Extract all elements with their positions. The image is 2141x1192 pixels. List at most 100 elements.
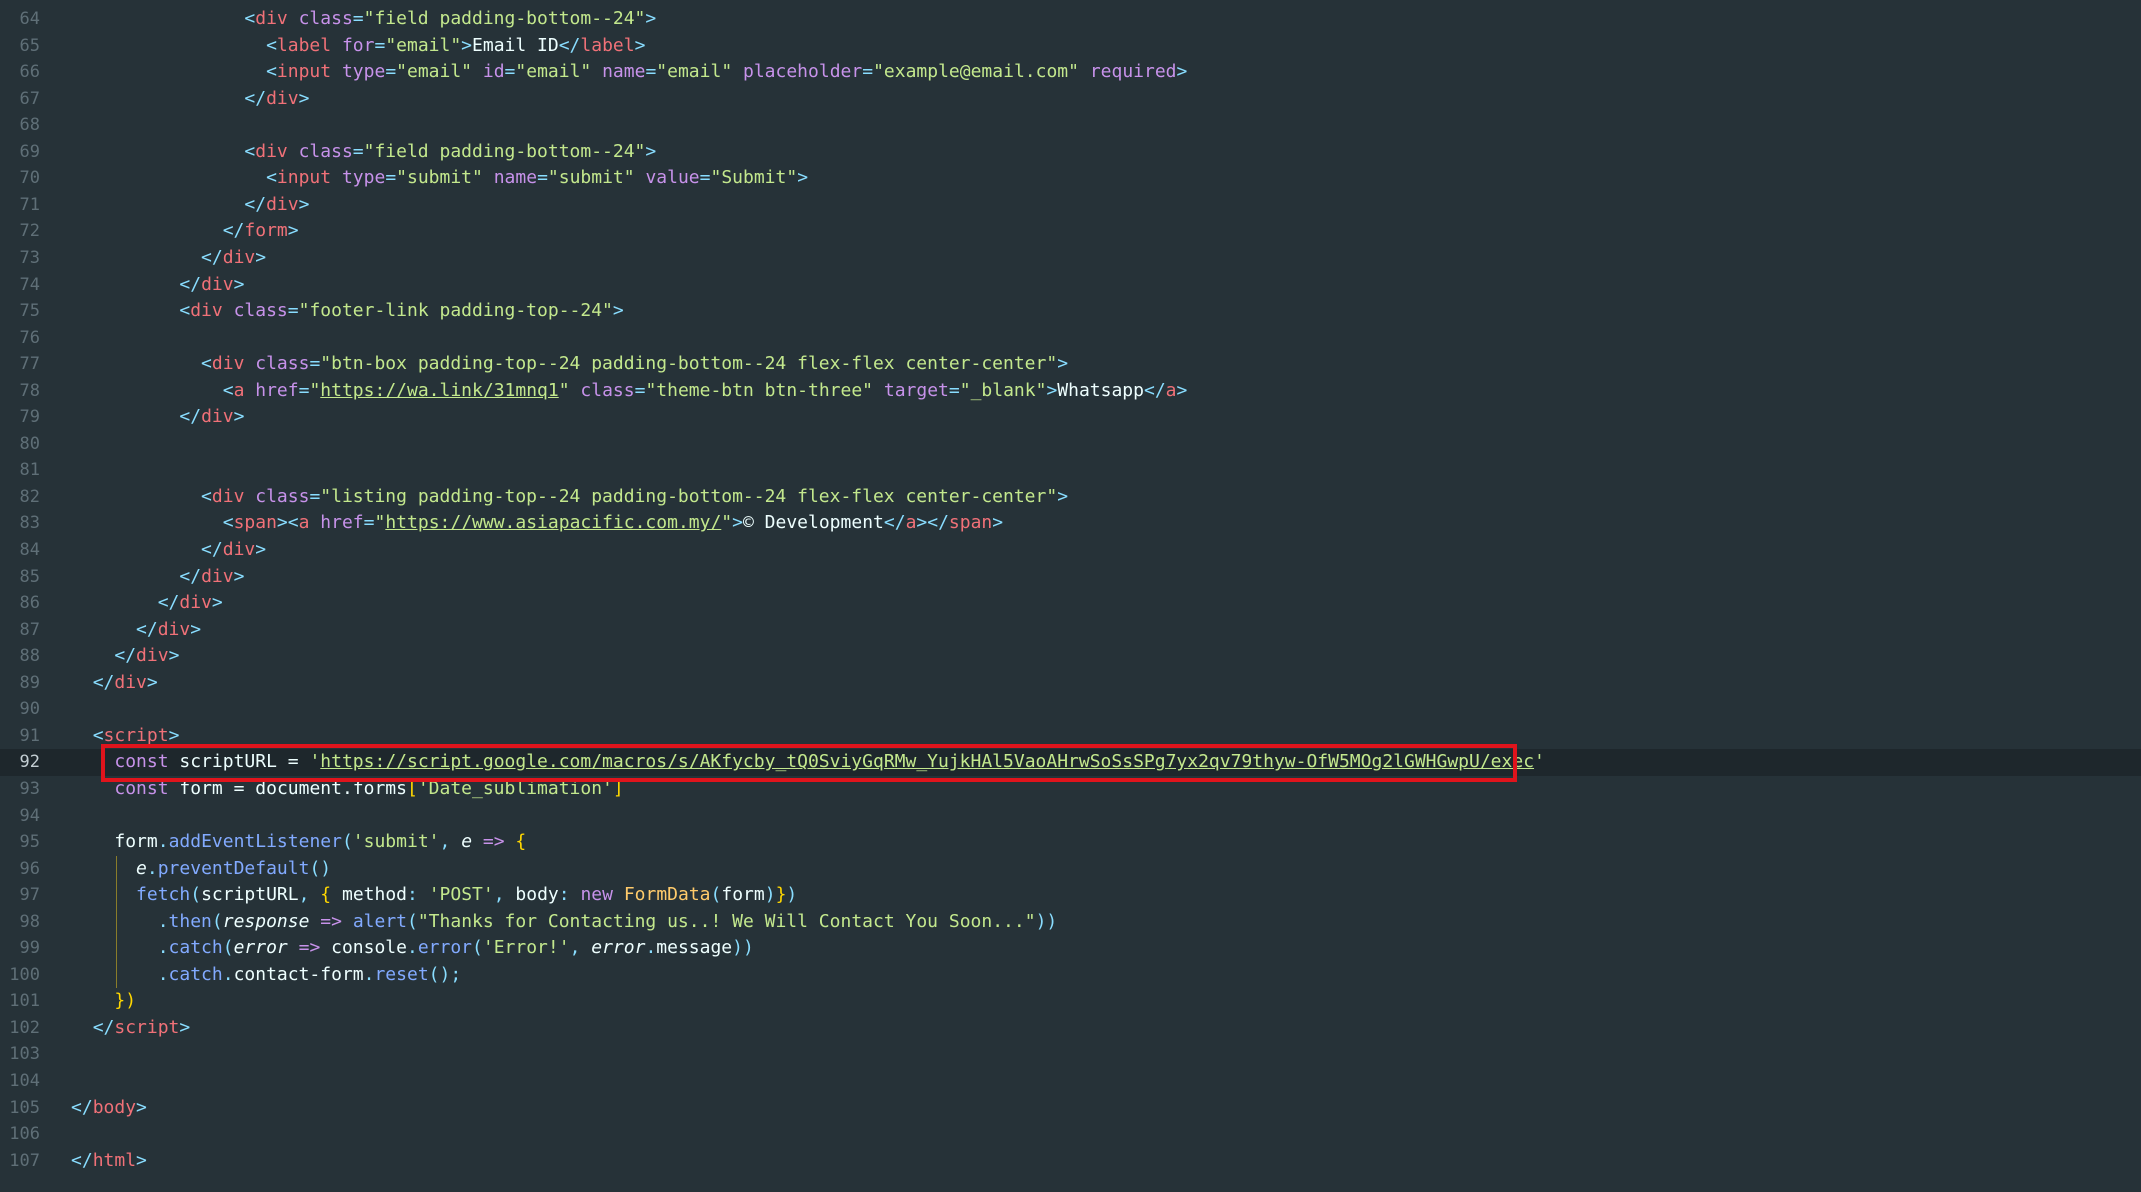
code-token: ) [786,884,798,906]
code-line[interactable]: 78 <a href="https://wa.link/31mnq1" clas… [0,378,2141,405]
code-token: class [580,379,635,401]
code-token: form [721,884,765,906]
code-line[interactable]: 107 </html> [0,1148,2141,1175]
code-token: . [363,963,375,985]
code-line[interactable]: 76 [0,325,2141,352]
code-line[interactable]: 77 <div class="btn-box padding-top--24 p… [0,351,2141,378]
code-text: }) [71,988,136,1015]
code-line[interactable]: 66 <input type="email" id="email" name="… [0,59,2141,86]
code-line[interactable]: 105 </body> [0,1095,2141,1122]
code-token: div [255,140,288,162]
code-line[interactable]: 84 </div> [0,537,2141,564]
code-line[interactable]: 91 <script> [0,723,2141,750]
code-token: ( [710,884,722,906]
code-token: ] [612,777,624,799]
code-token: class [298,140,353,162]
code-line[interactable]: 85 </div> [0,564,2141,591]
code-editor[interactable]: 64 <div class="field padding-bottom--24"… [0,0,2141,1192]
code-token: FormData [623,884,711,906]
code-line[interactable]: 103 [0,1041,2141,1068]
code-line[interactable]: 73 </div> [0,245,2141,272]
code-line[interactable]: 83 <span><a href="https://www.asiapacifi… [0,510,2141,537]
code-token: </ [92,1016,115,1038]
code-line[interactable]: 80 [0,431,2141,458]
code-line[interactable]: 99 .catch(error => console.error('Error!… [0,935,2141,962]
code-line[interactable]: 101 }) [0,988,2141,1015]
code-line[interactable]: 65 <label for="email">Email ID</label> [0,33,2141,60]
code-text: </div> [71,192,309,219]
line-number: 103 [9,1044,40,1065]
code-token: div [222,246,256,268]
code-line[interactable]: 88 </div> [0,643,2141,670]
line-number: 72 [19,221,40,242]
code-token: </ [114,645,137,667]
code-token: ( [341,831,353,853]
code-token: , [439,831,451,853]
code-line[interactable]: 94 [0,803,2141,830]
code-line[interactable]: 95 form.addEventListener('submit', e => … [0,829,2141,856]
code-line[interactable]: 93 const form = document.forms['Date_sub… [0,776,2141,803]
code-line[interactable]: 69 <div class="field padding-bottom--24"… [0,139,2141,166]
line-number: 86 [19,593,40,614]
code-token: </ [157,592,180,614]
code-token: > [211,592,223,614]
code-line[interactable]: 82 <div class="listing padding-top--24 p… [0,484,2141,511]
code-token: "footer-link padding-top--24" [298,300,613,322]
code-token: , [298,884,310,906]
code-token: https://script.google.com/macros/s/AKfyc… [320,751,1535,773]
code-token: div [201,273,234,295]
code-line[interactable]: 79 </div> [0,404,2141,431]
code-line[interactable]: 106 [0,1121,2141,1148]
code-line[interactable]: 104 [0,1068,2141,1095]
code-token: > [1046,379,1058,401]
code-token: "email" [656,61,733,83]
code-token: target [883,379,949,401]
code-line[interactable]: 75 <div class="footer-link padding-top--… [0,298,2141,325]
code-token: 'submit' [352,831,440,853]
code-token: div [266,193,299,215]
code-token: alert [352,910,407,932]
code-line[interactable]: 64 <div class="field padding-bottom--24"… [0,6,2141,33]
code-line[interactable]: 98 .then(response => alert("Thanks for C… [0,909,2141,936]
code-token: . [222,963,234,985]
code-line[interactable]: 96 e.preventDefault() [0,856,2141,883]
code-token: = [374,34,386,56]
code-line[interactable]: 87 </div> [0,617,2141,644]
code-token: = [645,61,657,83]
code-line[interactable]: 70 <input type="submit" name="submit" va… [0,165,2141,192]
code-line[interactable]: 74 </div> [0,272,2141,299]
code-token: value [645,167,700,189]
line-number: 85 [19,566,40,587]
code-line[interactable]: 71 </div> [0,192,2141,219]
code-line[interactable]: 86 </div> [0,590,2141,617]
code-token: )) [732,937,754,959]
code-line[interactable]: 67 </div> [0,86,2141,113]
code-line[interactable]: 102 </script> [0,1015,2141,1042]
code-text: </form> [71,218,299,245]
code-line[interactable]: 90 [0,696,2141,723]
code-text: </div> [71,564,244,591]
code-token: href [320,512,364,534]
code-token: class [255,353,310,375]
code-line[interactable]: 92 const scriptURL = 'https://script.goo… [0,749,2141,776]
code-token: , [569,937,592,959]
code-token: error [233,937,288,959]
code-token: > [1176,379,1188,401]
code-line[interactable]: 81 [0,457,2141,484]
code-token: error [417,937,473,959]
code-token: body [515,884,559,906]
code-line[interactable]: 72 </form> [0,218,2141,245]
line-number: 83 [19,513,40,534]
code-line[interactable]: 89 </div> [0,670,2141,697]
code-line[interactable]: 97 fetch(scriptURL, { method: 'POST', bo… [0,882,2141,909]
code-line[interactable]: 68 [0,112,2141,139]
code-token: </ [558,34,581,56]
code-line[interactable]: 100 .catch.contact-form.reset(); [0,962,2141,989]
